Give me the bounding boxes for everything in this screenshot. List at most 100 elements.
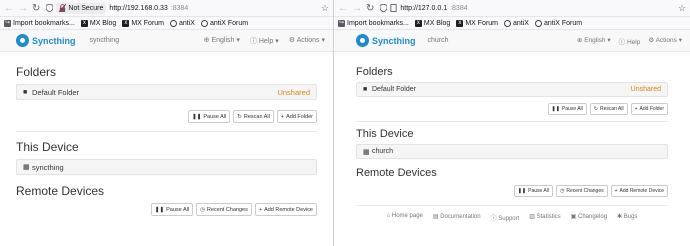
address-field[interactable]: http://127.0.0.1:8384 xyxy=(380,2,672,15)
syncthing-logo-icon xyxy=(356,34,369,47)
pause-all-devices-button[interactable]: ❚❚ Pause All xyxy=(150,203,194,216)
this-device-panel[interactable]: ▦ syncthing xyxy=(16,159,317,175)
this-device-panel[interactable]: ▦ church xyxy=(356,144,668,159)
rescan-all-button[interactable]: ↻ Rescan All xyxy=(233,110,274,123)
add-folder-button[interactable]: + Add Folder xyxy=(276,110,317,123)
plus-icon: + xyxy=(614,188,618,194)
actions-menu[interactable]: ⚙ Actions ▾ xyxy=(289,36,325,46)
language-menu[interactable]: ⊕ English ▾ xyxy=(577,36,611,46)
mx-icon: x xyxy=(80,19,88,27)
folder-panel[interactable]: ■ Default Folder Unshared xyxy=(356,82,668,97)
help-label: Help xyxy=(626,38,641,46)
forward-arrow-icon[interactable]: → xyxy=(18,0,28,17)
bookmark-mx-blog[interactable]: x MX Blog xyxy=(80,19,117,27)
question-icon: ⓘ xyxy=(249,37,259,45)
footer-label: Documentation xyxy=(440,214,481,220)
bookmark-mx-forum[interactable]: x MX Forum xyxy=(122,19,164,27)
bookmark-antix-forum[interactable]: antiX Forum xyxy=(534,19,583,27)
bookmark-antix-forum[interactable]: antiX Forum xyxy=(200,19,248,27)
folder-name: Default Folder xyxy=(372,86,416,93)
footer-stats-link[interactable]: ▥ Statistics xyxy=(529,213,560,222)
changelog-icon: ▣ xyxy=(570,214,578,220)
footer-bugs-link[interactable]: ✱ Bugs xyxy=(617,213,637,222)
folder-panel[interactable]: ■ Default Folder Unshared xyxy=(16,84,317,100)
button-label: Pause All xyxy=(561,106,583,112)
divider xyxy=(16,131,317,132)
syncthing-navbar: Syncthing church ⊕ English ▾ ⓘ Help ⚙ Ac… xyxy=(334,30,690,52)
syncthing-logo[interactable]: Syncthing xyxy=(16,34,76,47)
button-label: Pause All xyxy=(528,188,549,194)
recent-changes-button[interactable]: ◷ Recent Changes xyxy=(196,203,252,216)
star-icon[interactable]: ☆ xyxy=(321,3,329,14)
help-menu[interactable]: ⓘ Help xyxy=(619,36,641,46)
button-label: Rescan All xyxy=(599,106,624,112)
globe-icon xyxy=(200,19,208,27)
main-content: Folders ■ Default Folder Unshared ❚❚ Paus… xyxy=(334,66,690,222)
button-label: Recent Changes xyxy=(566,188,604,194)
bookmark-label: MX Blog xyxy=(423,19,451,27)
add-remote-device-button[interactable]: + Add Remote Device xyxy=(254,203,317,216)
bookmark-label: antiX Forum xyxy=(543,19,583,27)
syncthing-logo-icon xyxy=(16,34,29,47)
address-field[interactable]: Not Secure http://192.168.0.33:8384 xyxy=(46,2,315,15)
remote-devices-heading: Remote Devices xyxy=(356,167,437,179)
add-folder-button[interactable]: + Add Folder xyxy=(630,103,668,115)
folder-status: Unshared xyxy=(277,87,310,97)
divider xyxy=(356,121,668,122)
button-label: Add Folder xyxy=(639,106,664,112)
forward-arrow-icon[interactable]: → xyxy=(352,0,362,17)
url-port: :8384 xyxy=(170,4,189,12)
footer-changelog-link[interactable]: ▣ Changelog xyxy=(571,213,607,222)
reload-icon[interactable]: ↻ xyxy=(366,3,374,14)
pause-all-button[interactable]: ❚❚ Pause All xyxy=(188,110,231,123)
reload-icon[interactable]: ↻ xyxy=(32,3,40,14)
button-label: Add Folder xyxy=(286,113,313,120)
not-secure-badge[interactable]: Not Secure xyxy=(56,2,107,14)
remote-buttons: ❚❚ Pause All ◷ Recent Changes + Add Remote … xyxy=(16,203,317,216)
bookmark-antix[interactable]: antiX xyxy=(504,19,529,27)
brand-name: Syncthing xyxy=(372,35,416,46)
star-icon[interactable]: ☆ xyxy=(678,3,686,14)
main-content: Folders ■ Default Folder Unshared ❚❚ Paus… xyxy=(0,65,333,216)
bookmark-antix[interactable]: antiX xyxy=(170,19,195,27)
footer-home-link[interactable]: ⌂ Home page xyxy=(387,213,423,222)
url-host: http://192.168.0.33 xyxy=(109,4,168,12)
actions-menu[interactable]: ⚙ Actions ▾ xyxy=(648,36,682,46)
footer-docs-link[interactable]: ▤ Documentation xyxy=(433,213,481,222)
recent-changes-button[interactable]: ◷ Recent Changes xyxy=(555,185,608,197)
footer-support-link[interactable]: ⓘ Support xyxy=(491,213,520,222)
folder-buttons: ❚❚ Pause All ↻ Rescan All + Add Folder xyxy=(16,110,317,123)
bookmark-label: Import bookmarks... xyxy=(347,19,409,27)
button-label: Pause All xyxy=(203,113,227,120)
rescan-all-button[interactable]: ↻ Rescan All xyxy=(589,103,628,115)
device-name: church xyxy=(427,37,449,44)
this-device-heading: This Device xyxy=(356,128,414,140)
shield-icon xyxy=(380,4,388,12)
bookmark-import[interactable]: ↪ Import bookmarks... xyxy=(4,19,75,27)
add-remote-device-button[interactable]: + Add Remote Device xyxy=(610,185,668,197)
url-host: http://127.0.0.1 xyxy=(400,4,448,12)
brand-name: Syncthing xyxy=(32,35,76,46)
nav-menu: ⊕ English ▾ ⓘ Help ⚙ Actions ▾ xyxy=(577,36,682,46)
bookmark-label: MX Blog xyxy=(89,19,117,27)
help-menu[interactable]: ⓘ Help ▾ xyxy=(250,36,279,46)
url-bar: ← → ↻ Not Secure http://192.168.0.33:838… xyxy=(0,0,333,17)
folder-name: Default Folder xyxy=(32,87,80,97)
syncthing-logo[interactable]: Syncthing xyxy=(356,34,416,47)
pause-icon: ❚❚ xyxy=(192,113,202,120)
import-icon: ↪ xyxy=(4,19,11,27)
back-arrow-icon[interactable]: ← xyxy=(4,0,14,17)
globe-icon xyxy=(170,19,177,27)
bookmark-mx-forum[interactable]: x MX Forum xyxy=(456,19,498,27)
bookmark-label: antiX xyxy=(179,19,195,27)
folder-status: Unshared xyxy=(630,86,661,93)
pause-all-button[interactable]: ❚❚ Pause All xyxy=(547,103,587,115)
button-label: Pause All xyxy=(166,206,190,213)
history-icon: ◷ xyxy=(200,206,205,213)
bookmark-mx-blog[interactable]: x MX Blog xyxy=(414,19,451,27)
language-menu[interactable]: ⊕ English ▾ xyxy=(204,36,240,46)
bookmark-import[interactable]: ↪ Import bookmarks... xyxy=(338,19,409,27)
qr-icon: ▦ xyxy=(23,164,30,171)
pause-all-devices-button[interactable]: ❚❚ Pause All xyxy=(513,185,553,197)
back-arrow-icon[interactable]: ← xyxy=(338,0,348,17)
